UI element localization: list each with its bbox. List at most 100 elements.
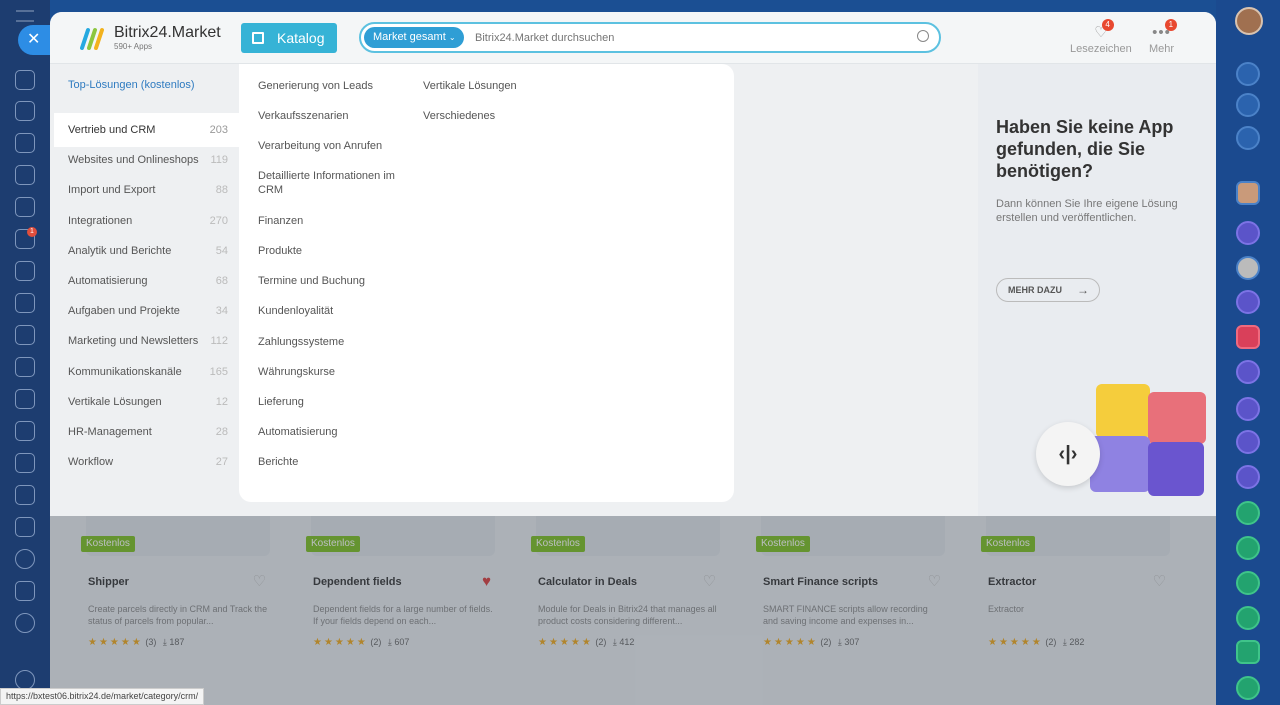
category-item[interactable]: Kommunikationskanäle 165	[54, 355, 240, 389]
code-icon[interactable]	[15, 453, 35, 473]
app-name[interactable]: Shipper	[88, 576, 129, 588]
category-item[interactable]: Vertikale Lösungen 12	[54, 385, 240, 419]
bookmarks-button[interactable]: ♡ 4 Lesezeichen	[1070, 19, 1132, 55]
subcategory-item[interactable]: Generierung von Leads	[258, 79, 408, 93]
subcategory-item[interactable]: Verarbeitung von Anrufen	[258, 139, 408, 153]
bot-icon[interactable]	[15, 357, 35, 377]
subcategory-item[interactable]: Zahlungssysteme	[258, 335, 408, 349]
document-icon[interactable]	[15, 101, 35, 121]
app-card[interactable]: Kostenlos Dependent fields ♥ Dependent fiel…	[306, 516, 495, 666]
subcategory-item[interactable]: Termine und Buchung	[258, 274, 408, 288]
box-icon[interactable]	[15, 581, 35, 601]
chevron-down-icon: ⌄	[448, 33, 456, 42]
settings-icon[interactable]	[15, 670, 35, 690]
subcategory-item[interactable]: Verkaufsszenarien	[258, 109, 408, 123]
heart-icon[interactable]: ♡	[1153, 574, 1166, 589]
heart-icon[interactable]: ♡	[703, 574, 716, 589]
search-chat-icon[interactable]	[1236, 126, 1260, 150]
category-item[interactable]: Analytik und Berichte 54	[54, 234, 240, 268]
subcategory-item[interactable]: Produkte	[258, 244, 408, 258]
bell-icon[interactable]	[1236, 62, 1260, 86]
category-item[interactable]: Websites und Onlineshops 119	[54, 143, 240, 177]
subcategory-item[interactable]: Lieferung	[258, 395, 408, 409]
top-solutions-link[interactable]: Top-Lösungen (kostenlos)	[68, 79, 195, 91]
logo-title[interactable]: Bitrix24.Market	[114, 24, 221, 42]
subcategory-item[interactable]: Automatisierung	[258, 425, 408, 439]
chat-icon[interactable]	[1236, 360, 1260, 384]
market-icon[interactable]	[15, 389, 35, 409]
app-meta: ★★★★★ (2) ⤓ 307	[763, 637, 859, 648]
category-item[interactable]: Import und Export 88	[54, 173, 240, 207]
install-icon: ⤓	[1062, 637, 1067, 647]
close-button[interactable]: ✕	[18, 25, 50, 55]
edit-icon[interactable]	[15, 421, 35, 441]
lock-icon[interactable]	[1236, 676, 1260, 700]
target-icon[interactable]	[1236, 93, 1260, 117]
app-card[interactable]: Kostenlos Extractor ♡ Extractor ★★★★★ (2) ⤓ …	[981, 516, 1170, 666]
subcategory-item[interactable]: Vertikale Lösungen	[423, 79, 573, 93]
category-count: 12	[215, 395, 228, 408]
app-name[interactable]: Extractor	[988, 576, 1036, 588]
mail-icon[interactable]	[15, 485, 35, 505]
katalog-button[interactable]: Katalog	[241, 23, 337, 53]
avatar[interactable]	[1235, 7, 1263, 35]
app-meta: ★★★★★ (2) ⤓ 412	[538, 637, 634, 648]
contact-avatar[interactable]	[1236, 256, 1260, 280]
calendar-icon[interactable]	[15, 261, 35, 281]
app-name[interactable]: Dependent fields	[313, 576, 402, 588]
lock-icon[interactable]	[1236, 501, 1260, 525]
contact-avatar[interactable]	[1236, 181, 1260, 205]
refresh-icon[interactable]	[15, 325, 35, 345]
more-button[interactable]: ••• 1 Mehr	[1149, 19, 1177, 55]
target-icon[interactable]	[15, 197, 35, 217]
chat-icon[interactable]	[1236, 221, 1260, 245]
schedule-icon[interactable]	[15, 517, 35, 537]
subcategory-item[interactable]: Finanzen	[258, 214, 408, 228]
car-icon[interactable]	[15, 293, 35, 313]
category-item[interactable]: Marketing und Newsletters 112	[54, 324, 240, 358]
category-item[interactable]: HR-Management 28	[54, 415, 240, 449]
market-window: Bitrix24.Market 590+ Apps Katalog Market…	[50, 12, 1216, 705]
heart-icon[interactable]: ♡	[928, 574, 941, 589]
heart-icon[interactable]: ♡	[253, 574, 266, 589]
heart-icon[interactable]: ♥	[482, 574, 491, 589]
category-item[interactable]: Integrationen 270	[54, 204, 240, 238]
channel-icon[interactable]	[1236, 397, 1260, 421]
category-item[interactable]: Automatisierung 68	[54, 264, 240, 298]
subcategory-item[interactable]: Detaillierte Informationen im CRM	[258, 169, 408, 197]
building-icon[interactable]	[15, 133, 35, 153]
app-card[interactable]: Kostenlos Smart Finance scripts ♡ SMART FIN…	[756, 516, 945, 666]
search-input[interactable]	[475, 28, 905, 48]
channel-icon[interactable]	[1236, 465, 1260, 489]
lock-icon[interactable]	[1236, 606, 1260, 630]
search-icon[interactable]	[917, 30, 929, 42]
checkbox-icon[interactable]	[1236, 640, 1260, 664]
rating-count: (2)	[595, 637, 607, 647]
subcategory-item[interactable]: Berichte	[258, 455, 408, 469]
menu-icon[interactable]	[16, 10, 34, 22]
subcategory-item[interactable]: Kundenloyalität	[258, 304, 408, 318]
learn-more-button[interactable]: MEHR DAZU →	[996, 278, 1100, 302]
category-item[interactable]: Vertrieb und CRM 203	[54, 113, 240, 147]
search-scope-dropdown[interactable]: Market gesamt ⌄	[364, 27, 464, 48]
user-df-icon[interactable]	[15, 549, 35, 569]
more-badge: 1	[1164, 19, 1177, 31]
user-ml-icon[interactable]	[15, 613, 35, 633]
checkbox-icon[interactable]	[1236, 325, 1260, 349]
monitor-icon[interactable]	[15, 165, 35, 185]
category-item[interactable]: Workflow 27	[54, 445, 240, 479]
lock-icon[interactable]	[1236, 571, 1260, 595]
app-name[interactable]: Smart Finance scripts	[763, 576, 878, 588]
app-card[interactable]: Kostenlos Shipper ♡ Create parcels directly…	[81, 516, 270, 666]
app-card[interactable]: Kostenlos Calculator in Deals ♡ Module for …	[531, 516, 720, 666]
learn-more-label: MEHR DAZU	[1008, 285, 1062, 295]
app-name[interactable]: Calculator in Deals	[538, 576, 637, 588]
cart-icon[interactable]	[15, 70, 35, 90]
channel-icon[interactable]	[1236, 290, 1260, 314]
subcategory-item[interactable]: Währungskurse	[258, 365, 408, 379]
subcategory-item[interactable]: Verschiedenes	[423, 109, 573, 123]
channel-icon[interactable]	[1236, 430, 1260, 454]
bookmarks-badge: 4	[1101, 19, 1114, 31]
lock-icon[interactable]	[1236, 536, 1260, 560]
category-item[interactable]: Aufgaben und Projekte 34	[54, 294, 240, 328]
